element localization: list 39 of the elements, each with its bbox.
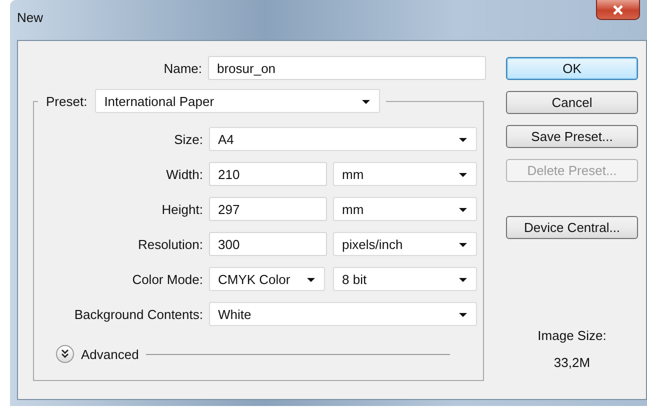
image-size-value: 33,2M [554, 355, 590, 370]
name-field[interactable]: brosur_on [208, 56, 486, 80]
close-icon [612, 4, 624, 14]
field-label: Width: [166, 166, 203, 182]
dialog-button[interactable]: OK [506, 57, 638, 80]
expand-button[interactable] [56, 345, 74, 363]
dropdown[interactable]: CMYK Color [209, 267, 325, 291]
dropdown[interactable]: White [209, 302, 477, 326]
caret-icon [459, 208, 467, 212]
field-label: Height: [162, 202, 203, 216]
caret-icon [307, 278, 315, 282]
caret-icon [459, 243, 467, 247]
field-label: Color Mode: [132, 272, 203, 286]
caret-icon [459, 173, 467, 177]
number-field[interactable]: 297 [209, 197, 327, 221]
unit-dropdown[interactable]: mm [333, 197, 477, 221]
dialog-button[interactable]: Save Preset... [506, 125, 638, 148]
close-button[interactable] [596, 0, 640, 20]
unit-dropdown[interactable]: pixels/inch [333, 232, 477, 256]
caret-icon [362, 100, 370, 104]
dialog-button[interactable]: Cancel [506, 91, 638, 114]
caret-icon [459, 313, 467, 317]
number-field[interactable]: 210 [209, 162, 327, 186]
number-field[interactable]: 300 [209, 232, 327, 256]
dropdown[interactable]: 8 bit [333, 267, 477, 291]
field-label: Preset: [46, 94, 88, 108]
field-label: Name: [162, 60, 202, 76]
dropdown[interactable]: A4 [209, 127, 477, 151]
preset-dropdown[interactable]: International Paper [95, 89, 380, 113]
field-label: Background Contents: [74, 306, 203, 322]
image-size-label: Image Size: [538, 328, 606, 343]
caret-icon [459, 138, 467, 142]
dialog-button[interactable]: Device Central... [506, 216, 638, 239]
field-label: Resolution: [138, 236, 203, 252]
section-label: Advanced [81, 346, 139, 362]
unit-dropdown[interactable]: mm [333, 162, 477, 186]
window-title: New [17, 10, 44, 25]
caret-icon [459, 278, 467, 282]
field-label: Size: [174, 132, 203, 146]
